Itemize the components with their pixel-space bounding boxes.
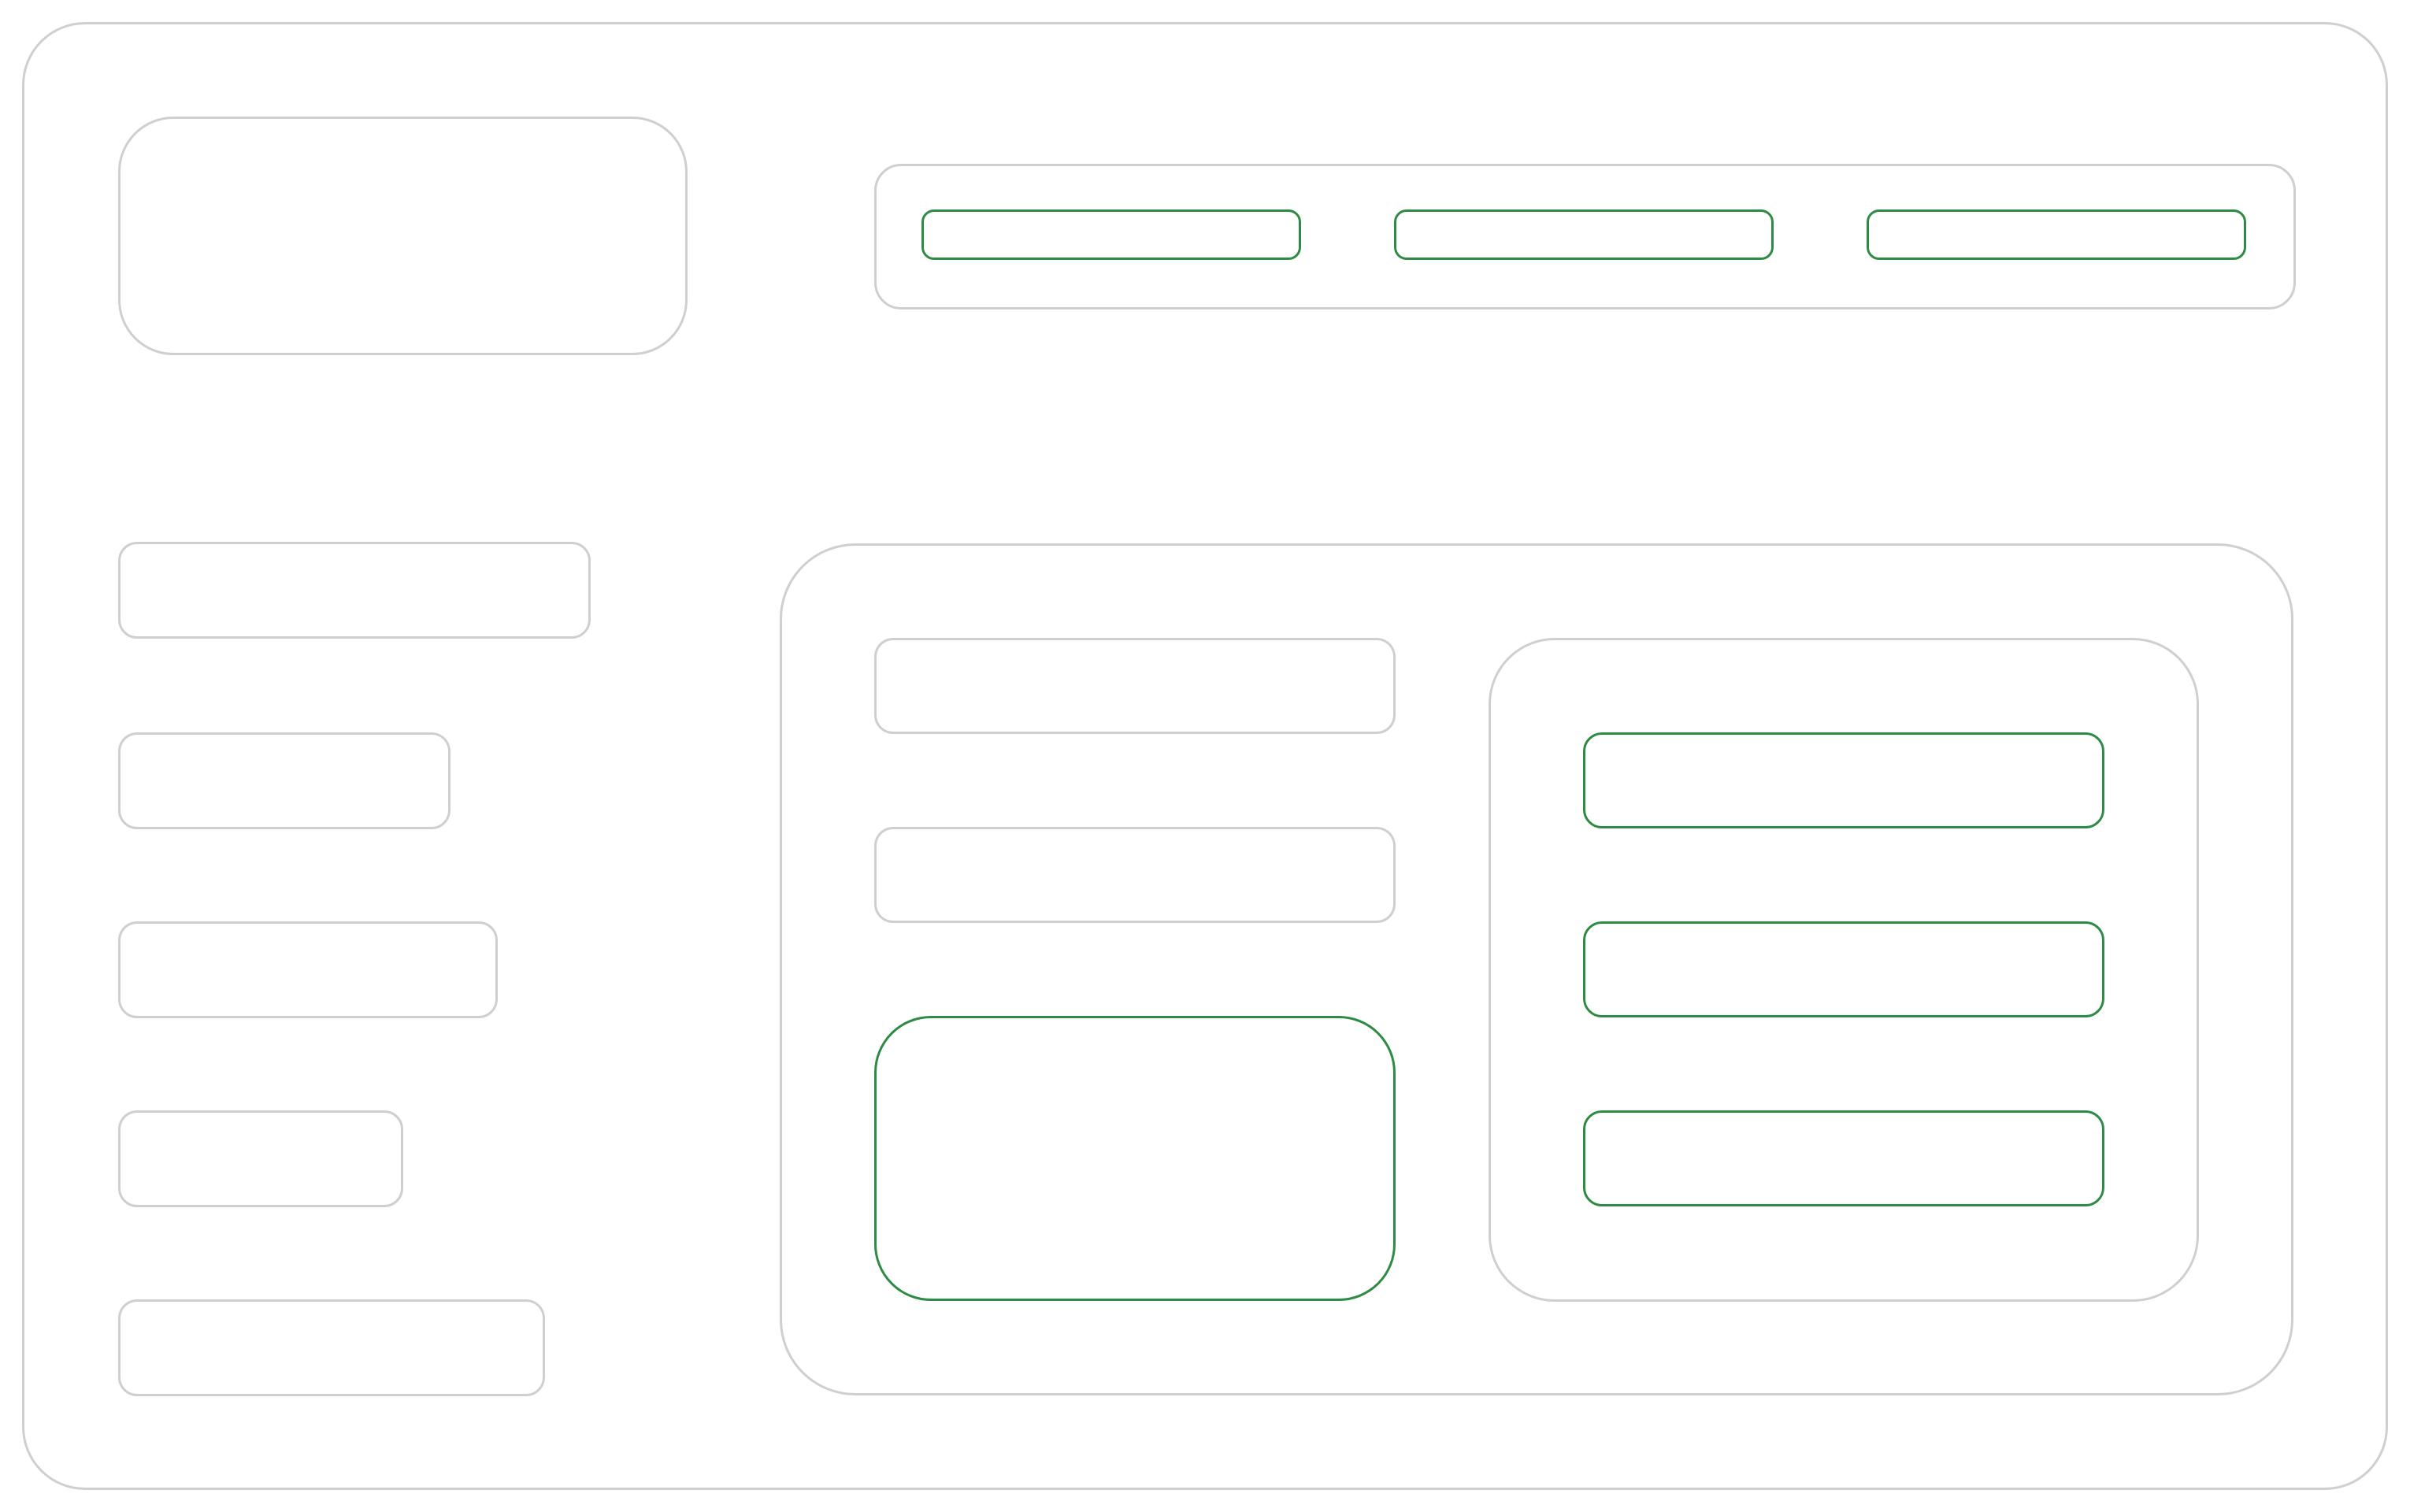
sidebar-item — [118, 1299, 545, 1396]
sidebar-item — [118, 732, 450, 829]
content-row — [874, 638, 1396, 734]
wireframe-stage — [0, 0, 2410, 1512]
panel-button[interactable] — [1583, 921, 2104, 1017]
sidebar-item — [118, 542, 591, 639]
content-row — [874, 827, 1396, 923]
content-card[interactable] — [874, 1016, 1396, 1301]
top-nav-item[interactable] — [1394, 209, 1774, 260]
sidebar-item — [118, 1110, 403, 1207]
top-nav-item[interactable] — [1867, 209, 2246, 260]
top-nav-item[interactable] — [921, 209, 1301, 260]
logo-placeholder — [118, 117, 688, 355]
panel-button[interactable] — [1583, 732, 2104, 828]
panel-button[interactable] — [1583, 1110, 2104, 1206]
sidebar-item — [118, 921, 498, 1018]
